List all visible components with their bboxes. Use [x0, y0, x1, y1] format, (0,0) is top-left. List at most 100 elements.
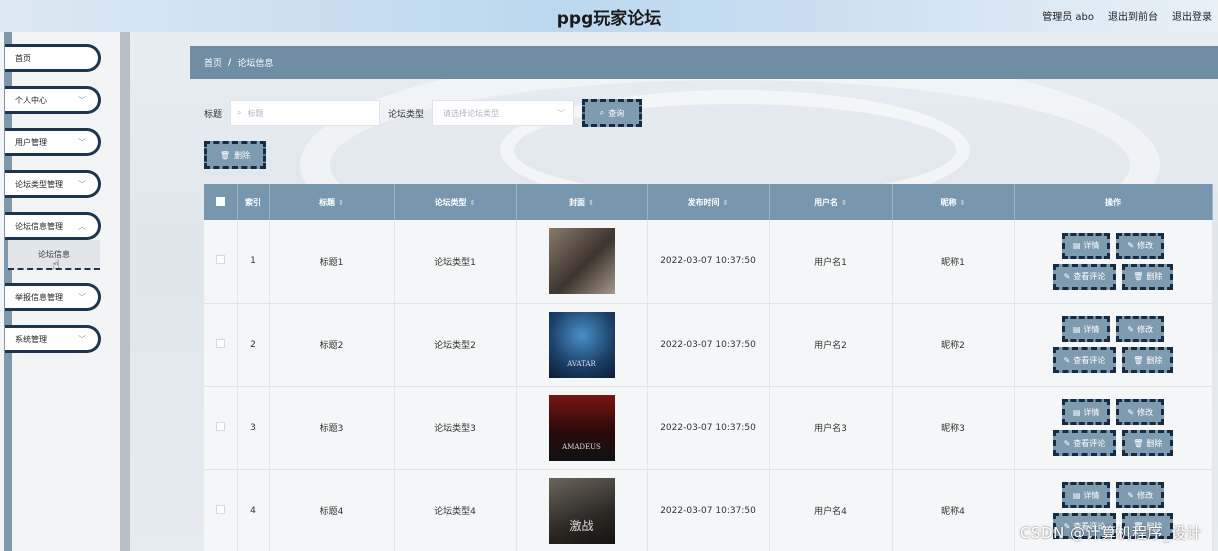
delete-button[interactable]: 🗑 删除: [1122, 430, 1174, 456]
column-header-label: 索引: [245, 197, 261, 207]
cover-image[interactable]: [548, 228, 615, 295]
sort-icon[interactable]: ⇕: [723, 199, 729, 207]
search-row: 标题 ⌕ 标题 论坛类型 请选择论坛类型 ﹀ ⌕ 查询: [204, 99, 643, 127]
cover-image[interactable]: AVATAR: [548, 311, 615, 378]
app-title: ppg玩家论坛: [556, 9, 662, 29]
username-cell: 用户名2: [769, 303, 893, 387]
sidebar-item-reports[interactable]: 举报信息管理 ﹀: [5, 283, 101, 311]
delete-button[interactable]: 🗑 删除: [1122, 263, 1174, 290]
select-all-cell: [204, 184, 238, 220]
sidebar-item-users[interactable]: 用户管理 ﹀: [5, 128, 101, 156]
column-header-username[interactable]: 用户名 ⇕: [769, 184, 893, 220]
sidebar-item-home[interactable]: 首页: [5, 44, 101, 72]
delete-label: 删除: [1146, 355, 1163, 365]
column-header-label: 操作: [1105, 197, 1121, 207]
exit-to-front-link[interactable]: 退出到前台: [1108, 8, 1158, 23]
pencil-icon: ✎: [1063, 272, 1071, 282]
sidebar-item-profile[interactable]: 个人中心 ﹀: [5, 86, 101, 114]
cover-cell: AVATAR: [516, 303, 648, 387]
pencil-icon: ✎: [1127, 324, 1135, 334]
row-checkbox[interactable]: [215, 504, 225, 514]
view-comments-button[interactable]: ✎ 查看评论: [1052, 347, 1117, 373]
edit-button[interactable]: ✎ 修改: [1116, 399, 1165, 425]
delete-button[interactable]: 🗑 删除: [1122, 347, 1174, 373]
actions-cell: ▤ 详情 ✎ 修改 ✎ 查看评论 🗑 删除: [1014, 220, 1213, 304]
edit-label: 修改: [1137, 324, 1154, 334]
logout-link[interactable]: 退出登录: [1172, 8, 1212, 23]
sidebar-item-system[interactable]: 系统管理 ﹀: [5, 325, 101, 353]
edit-button[interactable]: ✎ 修改: [1116, 316, 1165, 342]
view-comments-button[interactable]: ✎ 查看评论: [1052, 263, 1117, 290]
edit-button[interactable]: ✎ 修改: [1116, 232, 1165, 259]
type-select-label: 论坛类型: [388, 109, 425, 120]
sidebar-item-label: 系统管理: [15, 334, 47, 344]
title-search-input[interactable]: ⌕ 标题: [230, 100, 381, 126]
cover-caption: AVATAR: [567, 359, 596, 368]
column-header-cover[interactable]: 封面 ⇕: [516, 184, 648, 220]
comments-label: 查看评论: [1073, 438, 1106, 448]
sidebar-item-label: 论坛信息管理: [15, 221, 63, 231]
title-cell: 标题3: [269, 386, 395, 470]
cover-cell: AMADEUS: [516, 386, 648, 470]
row-checkbox[interactable]: [215, 421, 225, 431]
select-all-checkbox[interactable]: [215, 196, 225, 206]
index-cell: 3: [237, 386, 270, 470]
breadcrumb-home[interactable]: 首页: [204, 56, 222, 69]
detail-button[interactable]: ▤ 详情: [1061, 232, 1111, 259]
batch-delete-button[interactable]: 🗑 删除: [204, 141, 266, 169]
row-select-cell: [204, 469, 238, 551]
sort-icon[interactable]: ⇕: [841, 199, 847, 207]
title-cell: 标题4: [269, 469, 395, 551]
edit-button[interactable]: ✎ 修改: [1116, 482, 1165, 508]
sort-icon[interactable]: ⇕: [338, 199, 344, 207]
delete-label: 删除: [1146, 272, 1163, 282]
cover-image[interactable]: AMADEUS: [548, 394, 615, 461]
query-button-label: 查询: [608, 108, 625, 118]
top-links: 管理员 abo 退出到前台 退出登录: [1042, 8, 1212, 23]
pencil-icon: ✎: [1127, 241, 1135, 251]
column-header-nickname[interactable]: 昵称 ⇕: [892, 184, 1015, 220]
column-header-time[interactable]: 发布时间 ⇕: [647, 184, 770, 220]
sort-icon[interactable]: ⇕: [588, 199, 594, 207]
chevron-down-icon: ﹀: [78, 335, 86, 344]
sidebar-scrollbar[interactable]: [120, 32, 130, 551]
detail-button[interactable]: ▤ 详情: [1061, 316, 1111, 342]
pencil-icon: ✎: [1063, 438, 1071, 448]
cover-caption: 激战: [569, 518, 594, 533]
detail-icon: ▤: [1072, 407, 1081, 417]
nickname-cell: 昵称3: [892, 386, 1015, 470]
chevron-down-icon: ﹀: [557, 108, 566, 118]
detail-button[interactable]: ▤ 详情: [1061, 399, 1111, 425]
sort-icon[interactable]: ⇕: [960, 199, 966, 207]
view-comments-button[interactable]: ✎ 查看评论: [1052, 430, 1117, 456]
admin-label[interactable]: 管理员 abo: [1042, 8, 1094, 23]
index-cell: 4: [237, 469, 270, 551]
title-search-label: 标题: [204, 109, 223, 120]
sidebar-item-label: 用户管理: [15, 137, 47, 147]
index-cell: 1: [237, 220, 270, 304]
row-checkbox[interactable]: [215, 338, 225, 348]
sidebar-item-forum-types[interactable]: 论坛类型管理 ﹀: [5, 170, 101, 198]
sort-icon[interactable]: ⇕: [470, 199, 476, 207]
sidebar-item-forum-info[interactable]: 论坛信息管理 ︿: [5, 212, 101, 240]
pencil-icon: ✎: [1127, 490, 1135, 500]
row-select-cell: [204, 386, 238, 470]
forum-table: 索引 标题 ⇕ 论坛类型 ⇕ 封面 ⇕ 发布时间 ⇕ 用户名 ⇕ 昵称 ⇕ 操作 1 标题1…: [204, 184, 1213, 551]
pencil-icon: ✎: [1127, 407, 1135, 417]
type-select[interactable]: 请选择论坛类型 ﹀: [432, 100, 575, 126]
query-button[interactable]: ⌕ 查询: [582, 99, 643, 127]
cover-cell: 激战: [516, 469, 648, 551]
trash-icon: 🗑: [1133, 438, 1144, 448]
detail-icon: ▤: [1072, 490, 1081, 500]
column-header-type[interactable]: 论坛类型 ⇕: [394, 184, 517, 220]
detail-button[interactable]: ▤ 详情: [1061, 482, 1111, 508]
search-icon: ⌕: [237, 108, 242, 117]
row-checkbox[interactable]: [215, 255, 225, 265]
breadcrumb: 首页 / 论坛信息: [190, 46, 1218, 79]
edit-label: 修改: [1137, 407, 1154, 417]
cover-image[interactable]: 激战: [548, 477, 615, 544]
column-header-title[interactable]: 标题 ⇕: [269, 184, 395, 220]
type-cell: 论坛类型2: [394, 303, 517, 387]
column-header-label: 论坛类型: [434, 197, 467, 207]
title-search-placeholder: 标题: [247, 108, 264, 118]
